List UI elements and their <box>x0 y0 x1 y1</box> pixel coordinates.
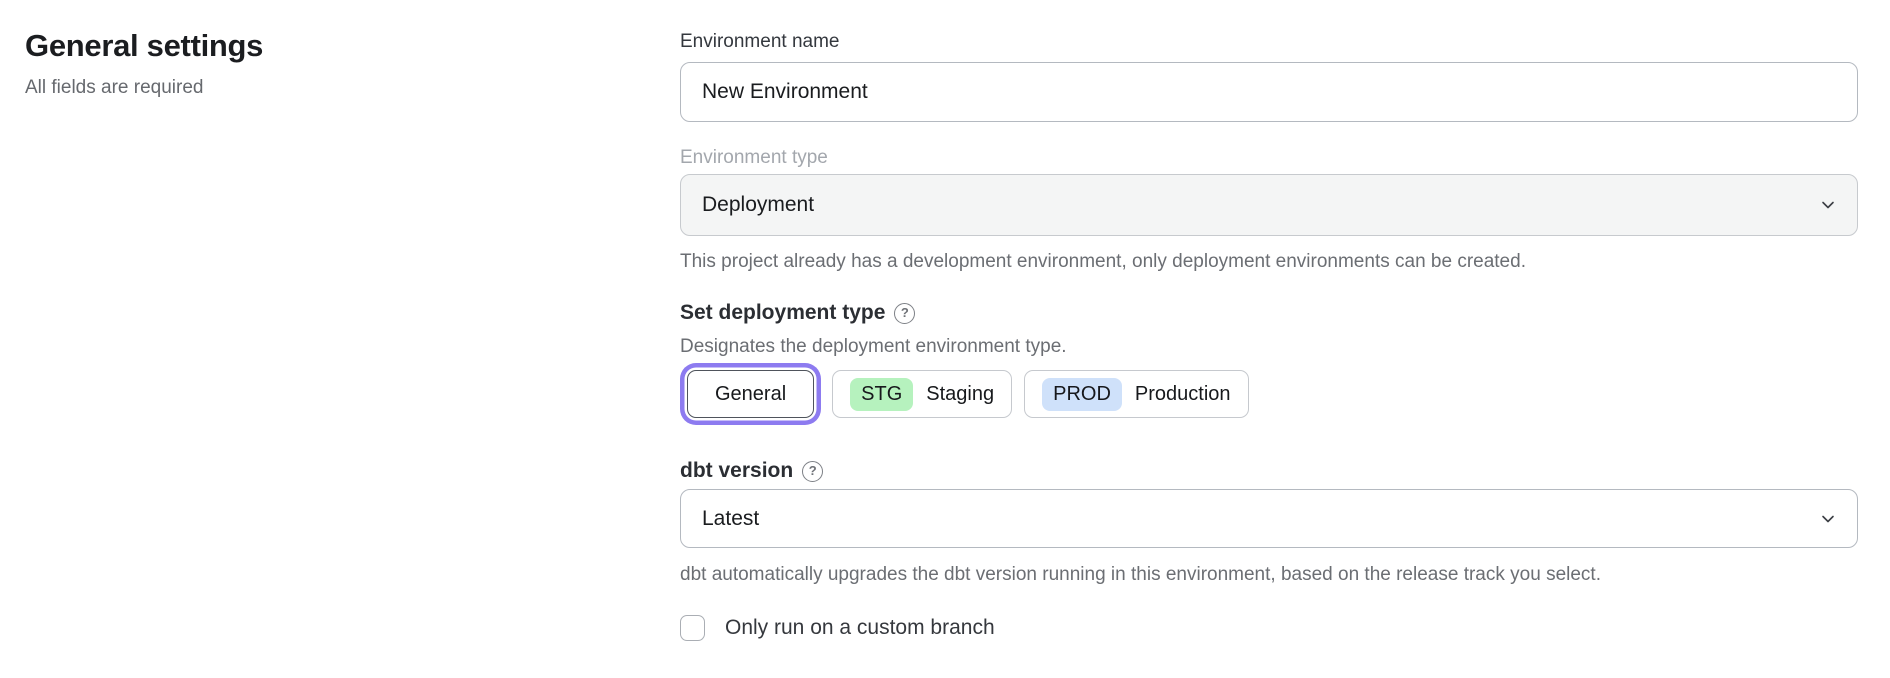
page-header: General settings All fields are required <box>25 26 263 100</box>
page-title: General settings <box>25 26 263 66</box>
environment-name-input[interactable] <box>680 62 1858 122</box>
custom-branch-label[interactable]: Only run on a custom branch <box>725 615 995 641</box>
chevron-down-icon <box>1820 511 1836 527</box>
dbt-version-select[interactable]: Latest <box>680 489 1858 548</box>
deployment-type-staging-label: Staging <box>926 383 994 406</box>
help-icon[interactable]: ? <box>894 303 915 324</box>
deployment-type-description: Designates the deployment environment ty… <box>680 335 1858 359</box>
page-subtitle: All fields are required <box>25 76 263 100</box>
environment-type-select: Deployment <box>680 174 1858 236</box>
environment-name-label: Environment name <box>680 30 1858 54</box>
chevron-down-icon <box>1820 197 1836 213</box>
environment-type-helper: This project already has a development e… <box>680 250 1858 274</box>
dbt-version-value: Latest <box>702 507 759 531</box>
general-settings-form: Environment name Environment type Deploy… <box>680 30 1858 641</box>
dbt-version-helper: dbt automatically upgrades the dbt versi… <box>680 563 1858 587</box>
deployment-type-options: General STG Staging PROD Production <box>680 370 1858 418</box>
deployment-type-general-label: General <box>715 383 786 406</box>
deployment-type-label: Set deployment type <box>680 300 885 326</box>
dbt-version-label: dbt version <box>680 458 793 484</box>
custom-branch-row: Only run on a custom branch <box>680 615 1858 641</box>
environment-type-label: Environment type <box>680 146 1858 170</box>
custom-branch-checkbox[interactable] <box>680 615 705 641</box>
environment-type-value: Deployment <box>702 193 814 217</box>
deployment-type-production-button[interactable]: PROD Production <box>1024 370 1248 418</box>
staging-badge: STG <box>850 378 913 411</box>
deployment-type-production-label: Production <box>1135 383 1231 406</box>
production-badge: PROD <box>1042 378 1122 411</box>
deployment-type-staging-button[interactable]: STG Staging <box>832 370 1012 418</box>
help-icon[interactable]: ? <box>802 461 823 482</box>
deployment-type-general-button[interactable]: General <box>687 370 814 418</box>
